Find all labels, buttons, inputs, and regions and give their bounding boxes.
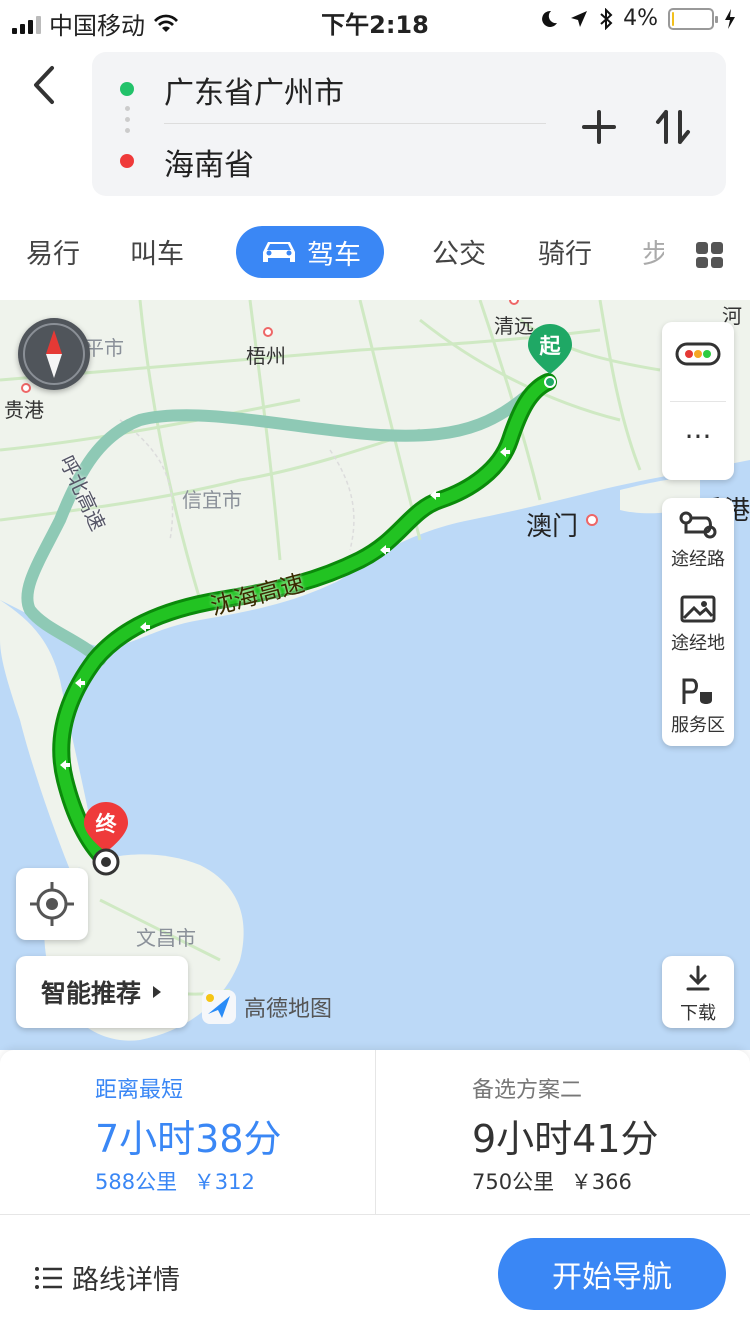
tab-drive-label: 驾车: [307, 239, 361, 271]
traffic-light-icon: [675, 342, 721, 366]
plan-title: 距离最短: [95, 1078, 184, 1103]
compass-icon: [23, 323, 85, 385]
transport-mode-tabs: 易行 叫车 驾车 公交 骑行 步: [0, 222, 750, 286]
map-view[interactable]: 清远 河 梧州 桂平市 贵港 信宜市 澳门 香港 文昌市 沈海高速 呼北高速 起…: [0, 300, 750, 1050]
smart-recommend-label: 智能推荐: [40, 979, 141, 1008]
waypoint-place-button[interactable]: 途经地: [662, 594, 734, 664]
start-pin-label: 起: [539, 334, 561, 358]
start-dot-icon: [120, 82, 134, 96]
map-label-guigang: 贵港: [4, 398, 44, 422]
map-label-xinyi: 信宜市: [182, 488, 242, 512]
end-location-field[interactable]: 海南省: [164, 140, 254, 184]
locate-me-button[interactable]: [16, 868, 88, 940]
location-arrow-icon: [571, 10, 588, 27]
back-button[interactable]: [24, 60, 68, 110]
swap-button[interactable]: [648, 102, 698, 152]
tab-drive[interactable]: 驾车: [236, 226, 384, 278]
waypoint-route-button[interactable]: 途经路: [662, 510, 734, 580]
route-waypoint-icon: [679, 511, 717, 539]
start-pin[interactable]: 起: [526, 322, 574, 392]
plan-distance: 750公里: [472, 1170, 555, 1194]
route-input-box: 广东省广州市 海南省: [92, 52, 726, 196]
plan-toll: ￥366: [570, 1170, 632, 1194]
waypoint-route-label: 途经路: [671, 549, 725, 570]
service-area-button[interactable]: 服务区: [662, 676, 734, 740]
plan-duration: 7小时38分: [95, 1117, 282, 1161]
map-side-controls: 途经路 途经地 服务区: [662, 498, 734, 746]
plan-info: 588公里 ￥312: [95, 1166, 255, 1196]
plus-icon: [582, 110, 616, 144]
amap-logo-icon: [202, 990, 236, 1024]
plan-title: 备选方案二: [472, 1078, 583, 1103]
tab-yixing[interactable]: 易行: [26, 232, 80, 271]
plan-shortest[interactable]: 距离最短 7小时38分 588公里 ￥312: [0, 1050, 374, 1214]
divider: [164, 123, 546, 124]
ellipsis-icon: ···: [684, 420, 712, 453]
divider: [0, 1214, 750, 1215]
swap-icon: [656, 110, 690, 144]
service-area-label: 服务区: [671, 715, 725, 736]
parking-coffee-icon: [682, 678, 712, 704]
caret-right-icon: [153, 986, 161, 998]
car-icon: [263, 242, 295, 262]
traffic-toggle-button[interactable]: [662, 340, 734, 384]
moon-icon: [542, 10, 558, 27]
download-icon: [686, 965, 710, 991]
download-map-button[interactable]: 下载: [662, 956, 734, 1028]
route-plans-panel: 距离最短 7小时38分 588公里 ￥312 备选方案二 9小时41分 750公…: [0, 1050, 750, 1334]
plan-alternative[interactable]: 备选方案二 9小时41分 750公里 ￥366: [375, 1050, 749, 1214]
plan-toll: ￥312: [193, 1170, 255, 1194]
divider: [670, 401, 726, 402]
map-pin-icon: [680, 595, 716, 623]
battery-icon: [668, 7, 718, 30]
start-navigation-button[interactable]: 开始导航: [498, 1238, 726, 1310]
battery-percent: 4%: [623, 6, 658, 31]
add-waypoint-button[interactable]: [574, 102, 624, 152]
list-icon: [35, 1266, 62, 1289]
crosshair-icon: [30, 882, 74, 926]
map-label-wuzhou: 梧州: [246, 344, 286, 368]
tab-bike[interactable]: 骑行: [538, 232, 592, 271]
plan-duration: 9小时41分: [472, 1117, 659, 1161]
brand-watermark: 高德地图: [200, 988, 332, 1026]
smart-recommend-button[interactable]: 智能推荐: [16, 956, 188, 1028]
map-top-controls: ···: [662, 322, 734, 480]
charging-icon: [725, 8, 735, 29]
compass-button[interactable]: [18, 318, 90, 390]
more-options-button[interactable]: ···: [662, 422, 734, 466]
tab-bus[interactable]: 公交: [432, 232, 486, 271]
end-pin[interactable]: 终: [82, 800, 130, 886]
download-label: 下载: [680, 1003, 716, 1024]
map-label-wenchang: 文昌市: [136, 926, 196, 950]
map-canvas: [0, 300, 750, 1050]
more-modes-grid-icon[interactable]: [696, 242, 723, 268]
end-dot-icon: [120, 154, 134, 168]
route-details-label: 路线详情: [72, 1265, 180, 1296]
end-pin-label: 终: [95, 812, 117, 836]
bluetooth-icon: [600, 7, 613, 30]
waypoint-place-label: 途经地: [671, 633, 725, 654]
brand-name: 高德地图: [244, 997, 333, 1022]
chevron-left-icon: [34, 66, 54, 104]
map-label-macau: 澳门: [526, 512, 579, 542]
status-bar: 中国移动 下午2:18 4%: [0, 0, 750, 40]
start-location-field[interactable]: 广东省广州市: [164, 68, 344, 112]
tab-call-car[interactable]: 叫车: [130, 232, 184, 271]
plan-distance: 588公里: [95, 1170, 178, 1194]
route-details-button[interactable]: 路线详情: [34, 1258, 180, 1297]
tab-walk[interactable]: 步: [642, 232, 664, 271]
plan-info: 750公里 ￥366: [472, 1166, 632, 1196]
connector-dots-icon: [125, 106, 130, 133]
